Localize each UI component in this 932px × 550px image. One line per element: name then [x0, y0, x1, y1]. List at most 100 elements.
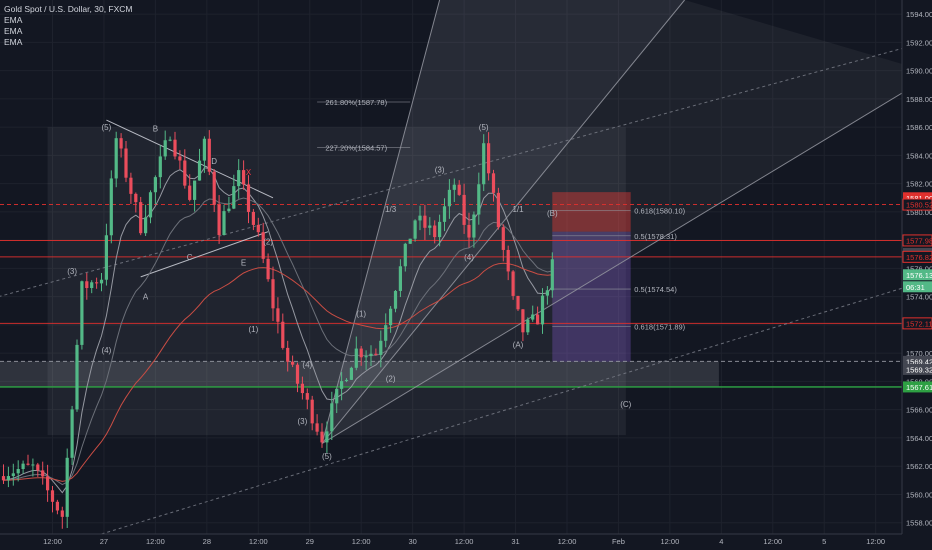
- indicator-ema-2[interactable]: EMA: [4, 26, 133, 37]
- symbol-title[interactable]: Gold Spot / U.S. Dollar, 30, FXCM: [4, 4, 133, 15]
- wave-label-18: (5): [479, 123, 489, 132]
- candle-body-50: [246, 184, 251, 212]
- price-label-2: 1577.98: [906, 236, 932, 245]
- wave-label-9: (1): [249, 325, 259, 334]
- candle-body-2: [11, 473, 15, 477]
- price-tick-8: 1574.00: [906, 293, 932, 302]
- candle-body-100: [491, 173, 496, 193]
- price-tick-2: 1562.00: [906, 462, 932, 471]
- chart-area[interactable]: 261.80%(1587.78) 227.20%(1584.57) 0.618(15…: [0, 0, 932, 550]
- fib-label-2: 0.618(1580.10): [634, 206, 685, 215]
- candle-body-51: [251, 211, 255, 225]
- indicator-ema-1[interactable]: EMA: [4, 15, 133, 26]
- price-tick-0: 1558.00: [906, 519, 932, 528]
- candle-body-91: [447, 189, 451, 207]
- candle-body-12: [60, 510, 64, 517]
- candle-body-107: [526, 319, 530, 333]
- candle-body-108: [531, 314, 535, 320]
- candle-body-77: [379, 340, 383, 355]
- price-tick-13: 1584.00: [906, 151, 932, 160]
- candle-body-15: [75, 344, 79, 410]
- wave-label-4: (3): [67, 267, 77, 276]
- time-tick-10: 12:00: [558, 537, 577, 546]
- price-label-10: 1567.61: [906, 383, 932, 392]
- candle-body-89: [438, 221, 442, 238]
- fib-label-0: 261.80%(1587.78): [325, 98, 387, 107]
- candle-body-23: [114, 138, 118, 179]
- candle-body-95: [467, 224, 471, 238]
- candle-body-3: [16, 468, 20, 474]
- candle-body-93: [457, 184, 461, 195]
- price-chart[interactable]: 261.80%(1587.78) 227.20%(1584.57) 0.618(15…: [0, 0, 932, 550]
- candle-body-7: [36, 464, 40, 471]
- candle-body-66: [325, 431, 329, 443]
- wave-label-10: (4): [102, 346, 112, 355]
- price-tick-4: 1566.00: [906, 406, 932, 415]
- candle-body-60: [295, 364, 300, 384]
- candle-body-94: [462, 194, 466, 225]
- candle-body-21: [104, 235, 108, 280]
- candle-body-109: [536, 314, 540, 325]
- candle-body-31: [153, 177, 157, 193]
- wave-label-20: 1/1: [512, 205, 524, 214]
- candle-body-0: [1, 476, 6, 481]
- candle-body-8: [41, 470, 45, 477]
- wave-label-1: B: [153, 124, 158, 133]
- candle-body-25: [124, 148, 128, 178]
- candle-body-30: [148, 192, 153, 218]
- candle-body-79: [389, 308, 393, 326]
- candle-body-44: [217, 204, 221, 236]
- candle-body-18: [90, 282, 94, 289]
- wave-label-22: (A): [513, 341, 524, 350]
- candle-body-85: [418, 215, 422, 221]
- wave-label-3: X: [246, 168, 252, 177]
- candle-body-54: [266, 258, 270, 280]
- candle-body-22: [109, 178, 113, 236]
- candle-body-16: [80, 281, 84, 345]
- candle-body-35: [173, 139, 177, 157]
- candle-body-69: [340, 381, 344, 389]
- candle-body-43: [212, 171, 216, 205]
- candle-body-42: [207, 138, 211, 172]
- candle-body-90: [442, 206, 447, 222]
- time-axis[interactable]: 12:00 27 12:00 28 12:00 29 12:00 30 12:00 31 12:00…: [0, 533, 932, 550]
- price-label-4: 1576.82: [906, 253, 932, 262]
- chart-legend: Gold Spot / U.S. Dollar, 30, FXCM EMA EM…: [4, 4, 133, 48]
- time-tick-15: 5: [822, 537, 826, 546]
- candle-body-78: [384, 325, 388, 341]
- fib-label-4: 0.5(1574.54): [634, 285, 677, 294]
- price-tick-1: 1560.00: [906, 490, 932, 499]
- candle-body-80: [393, 290, 398, 309]
- candle-body-39: [193, 180, 197, 200]
- candle-body-73: [359, 348, 363, 358]
- candle-body-105: [516, 295, 520, 310]
- candle-body-83: [408, 238, 412, 244]
- candle-body-67: [330, 403, 334, 432]
- candle-body-81: [398, 266, 402, 291]
- candle-body-76: [374, 353, 378, 355]
- candle-body-110: [540, 295, 545, 325]
- price-tick-15: 1588.00: [906, 95, 932, 104]
- candle-body-63: [310, 399, 314, 424]
- candle-body-92: [452, 184, 456, 190]
- candle-body-56: [276, 308, 280, 322]
- time-tick-2: 12:00: [146, 537, 165, 546]
- wave-label-13: (5): [322, 452, 332, 461]
- candle-body-11: [55, 501, 59, 511]
- candle-body-32: [158, 156, 162, 178]
- wave-label-8: (2): [263, 237, 273, 246]
- indicator-ema-3[interactable]: EMA: [4, 37, 133, 48]
- candle-body-75: [369, 353, 373, 357]
- time-tick-1: 27: [100, 537, 108, 546]
- candle-body-104: [511, 271, 515, 296]
- wave-label-7: E: [241, 259, 246, 268]
- time-tick-12: 12:00: [661, 537, 680, 546]
- candle-body-72: [354, 348, 358, 368]
- wave-label-6: C: [187, 253, 193, 262]
- candle-body-5: [26, 463, 30, 465]
- wave-label-16: 1/3: [385, 205, 397, 214]
- candle-body-10: [50, 490, 55, 502]
- time-tick-0: 12:00: [43, 537, 62, 546]
- candle-body-99: [487, 143, 491, 174]
- candle-body-26: [129, 177, 133, 194]
